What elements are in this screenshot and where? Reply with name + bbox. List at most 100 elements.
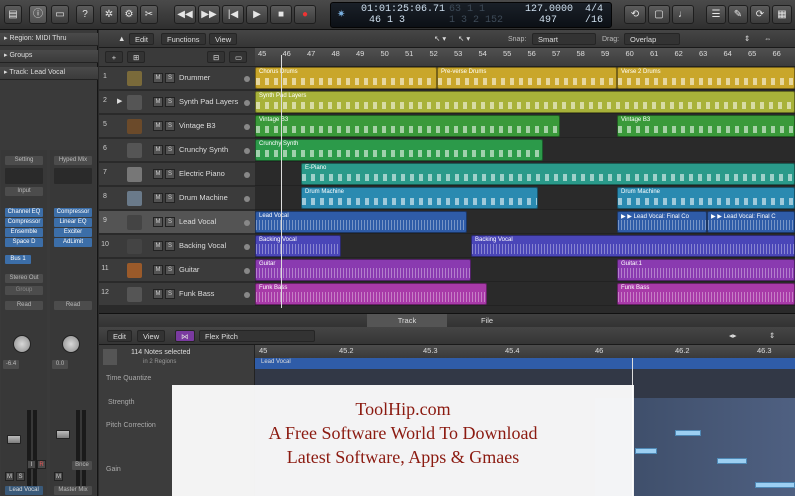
toolbar-icon[interactable]: ▭	[51, 5, 69, 24]
bar-ruler[interactable]: 45 46 47 48 49 50 51 52 53 54 55 56 57 58 59 60 61 62 63 64…	[255, 48, 795, 67]
input-slot[interactable]: Input	[5, 187, 43, 196]
pitch-note[interactable]	[755, 482, 795, 488]
bounce-button[interactable]: Bnce	[72, 461, 92, 470]
tab-track[interactable]: Track	[367, 314, 447, 328]
folder-icon[interactable]: ⊞	[127, 51, 145, 63]
pointer-tool-icon[interactable]: ↖ ▾	[429, 33, 451, 45]
send-slot[interactable]: Bus 1	[5, 255, 31, 264]
solo-button[interactable]: S	[165, 241, 175, 251]
region[interactable]: ▶ ▶ Lead Vocal: Final Co	[617, 211, 707, 233]
arrangement-area[interactable]: Chorus Drums Pre-verse Drums Verse 2 Drums…	[255, 67, 795, 308]
region[interactable]: Synth Pad Layers	[255, 91, 795, 113]
track-header[interactable]: 12 M S Funk Bass	[99, 283, 255, 306]
setting-button[interactable]: Hyped Mix	[54, 156, 92, 165]
plugin-slot[interactable]: AdLimit	[54, 238, 92, 247]
eq-thumbnail[interactable]	[5, 168, 43, 184]
volume-fader[interactable]	[7, 435, 21, 444]
drag-select[interactable]: Overlap	[624, 33, 680, 45]
fast-forward-icon[interactable]: ▶▶	[198, 5, 220, 24]
global-tracks-icon[interactable]: ⊟	[207, 51, 225, 63]
plugin-slot[interactable]: Linear EQ	[54, 218, 92, 227]
solo-button[interactable]: S	[165, 145, 175, 155]
view-menu[interactable]: View	[209, 33, 238, 45]
pan-knob[interactable]	[13, 335, 31, 353]
rewind-icon[interactable]: ◀◀	[174, 5, 196, 24]
metronome-icon[interactable]: ♩	[672, 5, 694, 24]
mute-button[interactable]: M	[153, 265, 163, 275]
pitch-note[interactable]	[675, 430, 701, 436]
mute-button[interactable]: M	[153, 121, 163, 131]
pitch-note[interactable]	[717, 458, 747, 464]
record-icon[interactable]: ●	[294, 5, 316, 24]
track-header[interactable]: 7 M S Electric Piano	[99, 163, 255, 186]
region[interactable]: Funk Bass	[255, 283, 487, 305]
plugin-slot[interactable]: Exciter	[54, 228, 92, 237]
volume-knob[interactable]	[244, 172, 250, 178]
mute-button[interactable]: M	[153, 145, 163, 155]
region[interactable]: Verse 2 Drums	[617, 67, 795, 89]
output-slot[interactable]: Stereo Out	[5, 274, 43, 283]
track-header[interactable]: 9 M S Lead Vocal	[99, 211, 255, 234]
solo-button[interactable]: S	[165, 97, 175, 107]
region[interactable]: Backing Vocal	[471, 235, 795, 257]
track-header[interactable]: 11 M S Guitar	[99, 259, 255, 282]
record-enable-button[interactable]: R	[37, 460, 46, 469]
automation-mode[interactable]: Read	[54, 301, 92, 310]
region[interactable]: Crunchy Synth	[255, 139, 543, 161]
region[interactable]: Guitar.1	[617, 259, 795, 281]
flex-icon[interactable]: ⋈	[175, 330, 195, 342]
region[interactable]: ▶ ▶ Lead Vocal: Final C	[707, 211, 795, 233]
mute-button[interactable]: M	[153, 73, 163, 83]
flex-mode-select[interactable]: Flex Pitch	[199, 330, 315, 342]
volume-knob[interactable]	[244, 268, 250, 274]
help-icon[interactable]: ?	[76, 5, 94, 24]
mute-button[interactable]: M	[153, 97, 163, 107]
mute-button[interactable]: M	[153, 289, 163, 299]
plugin-slot[interactable]: Compressor	[54, 208, 92, 217]
info-icon[interactable]: ⓘ	[29, 5, 47, 24]
pan-knob[interactable]	[62, 335, 80, 353]
volume-knob[interactable]	[244, 220, 250, 226]
solo-button[interactable]: S	[16, 472, 25, 481]
region[interactable]: Lead Vocal	[255, 211, 467, 233]
loop-browser-icon[interactable]: ⟳	[750, 5, 770, 24]
go-to-start-icon[interactable]: |◀	[222, 5, 244, 24]
stop-icon[interactable]: ■	[270, 5, 292, 24]
mute-button[interactable]: M	[153, 241, 163, 251]
plugin-slot[interactable]: Channel EQ	[5, 208, 43, 217]
input-monitor-button[interactable]: I	[27, 460, 36, 469]
solo-button[interactable]: S	[165, 73, 175, 83]
zoom-horizontal-icon[interactable]: ⇔	[759, 33, 777, 45]
editor-view-menu[interactable]: View	[137, 330, 166, 342]
volume-knob[interactable]	[244, 124, 250, 130]
groups-header[interactable]: ▸ Groups	[0, 50, 98, 63]
solo-button[interactable]: S	[165, 193, 175, 203]
editor-ruler[interactable]: 45 45.2 45.3 45.4 46 46.2 46.3	[255, 345, 795, 358]
mute-button[interactable]: M	[54, 472, 63, 481]
track-header[interactable]: 10 M S Backing Vocal	[99, 235, 255, 258]
region[interactable]: Chorus Drums	[255, 67, 437, 89]
region[interactable]: E-Piano	[301, 163, 795, 185]
notepad-icon[interactable]: ✎	[728, 5, 748, 24]
volume-knob[interactable]	[244, 148, 250, 154]
region[interactable]: Drum Machine	[301, 187, 538, 209]
replace-icon[interactable]: ▢	[648, 5, 670, 24]
mute-button[interactable]: M	[5, 472, 14, 481]
plugin-slot[interactable]: Ensemble	[5, 228, 43, 237]
editors-icon[interactable]: ✂	[140, 5, 158, 24]
track-header[interactable]: 1 M S Drummer	[99, 67, 255, 90]
playhead[interactable]	[281, 55, 282, 308]
automation-mode[interactable]: Read	[5, 301, 43, 310]
mute-button[interactable]: M	[153, 217, 163, 227]
region[interactable]: Vintage B3	[255, 115, 560, 137]
region[interactable]: Guitar	[255, 259, 471, 281]
pitch-note[interactable]	[635, 448, 657, 454]
track-header[interactable]: 6 M S Crunchy Synth	[99, 139, 255, 162]
track-inspector-header[interactable]: ▸ Track: Lead Vocal	[0, 67, 98, 80]
solo-button[interactable]: S	[165, 121, 175, 131]
zoom-vertical-icon[interactable]: ⇕	[739, 33, 755, 45]
track-header[interactable]: 8 M S Drum Machine	[99, 187, 255, 210]
region[interactable]: Funk Bass	[617, 283, 795, 305]
plugin-slot[interactable]: Compressor	[5, 218, 43, 227]
volume-fader[interactable]	[56, 430, 70, 439]
